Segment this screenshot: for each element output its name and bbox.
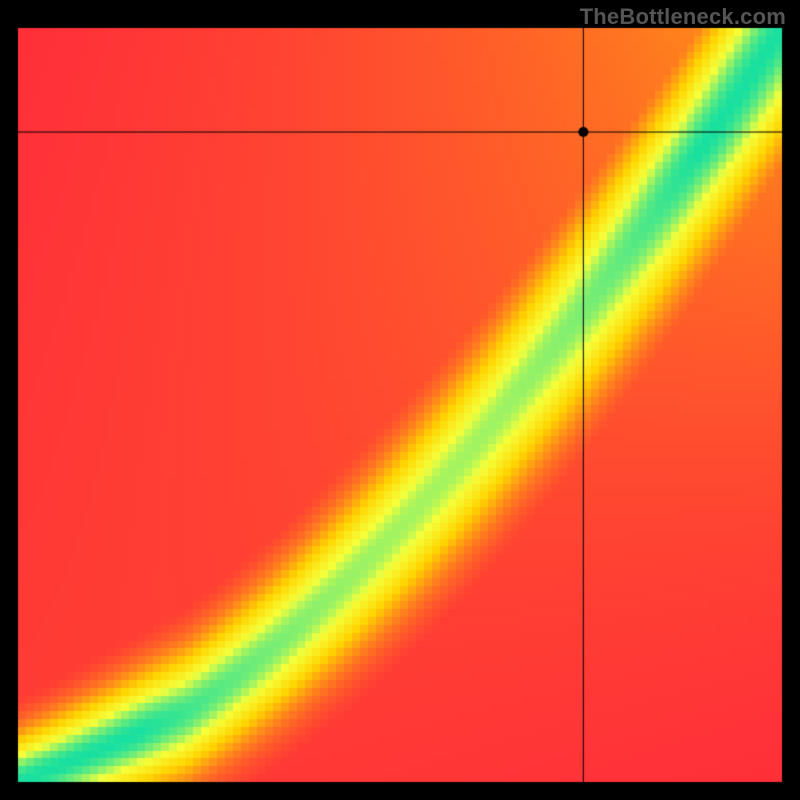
watermark-text: TheBottleneck.com [580,4,786,30]
chart-container: TheBottleneck.com [0,0,800,800]
heatmap-canvas [0,0,800,800]
